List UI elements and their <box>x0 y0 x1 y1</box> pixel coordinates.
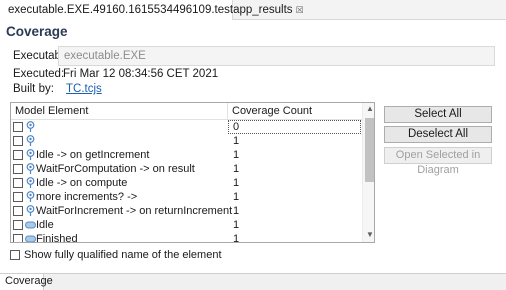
row-checkbox[interactable] <box>13 122 23 132</box>
table-row[interactable]: Idle -> on getIncrement 1 <box>11 148 362 162</box>
row-checkbox[interactable] <box>13 178 23 188</box>
row-count: 1 <box>233 191 240 203</box>
row-checkbox[interactable] <box>13 164 23 174</box>
row-count: 1 <box>233 177 240 189</box>
editor-tab-bar: executable.EXE.49160.1615534496109.testa… <box>0 0 506 20</box>
state-icon <box>25 221 36 229</box>
row-checkbox[interactable] <box>13 150 23 160</box>
state-machine-icon <box>26 149 35 160</box>
table-header: Model Element ⌃ Coverage Count <box>11 103 362 120</box>
focused-cell <box>228 120 361 134</box>
row-count: 0 <box>233 121 240 133</box>
row-checkbox[interactable] <box>13 234 23 242</box>
executable-field[interactable] <box>58 46 495 66</box>
row-count: 1 <box>233 149 240 161</box>
state-machine-icon <box>26 205 35 216</box>
row-checkbox[interactable] <box>13 206 23 216</box>
show-fq-option[interactable]: Show fully qualified name of the element <box>10 249 222 261</box>
row-label: WaitForComputation -> on result <box>36 163 195 175</box>
scroll-down-icon[interactable]: ▼ <box>366 230 374 239</box>
row-checkbox[interactable] <box>13 192 23 202</box>
table-row[interactable]: 1 <box>11 134 362 148</box>
executed-label: Executed: <box>13 68 65 80</box>
coverage-table[interactable]: Model Element ⌃ Coverage Count 0 1 Idle … <box>10 102 375 243</box>
row-label: Idle -> on getIncrement <box>36 149 150 161</box>
table-row[interactable]: 0 <box>11 120 362 134</box>
row-count: 1 <box>233 233 240 243</box>
state-icon <box>25 235 36 242</box>
state-machine-icon <box>26 177 35 188</box>
table-row[interactable]: WaitForIncrement -> on returnIncrement 1 <box>11 204 362 218</box>
row-count: 1 <box>233 135 240 147</box>
table-row[interactable]: WaitForComputation -> on result 1 <box>11 162 362 176</box>
column-header-model-element[interactable]: Model Element <box>15 105 88 117</box>
row-label: Idle -> on compute <box>36 177 128 189</box>
built-by-label: Built by: <box>13 83 54 95</box>
show-fq-checkbox[interactable] <box>10 250 20 260</box>
row-label: Finished <box>36 233 78 243</box>
row-count: 1 <box>233 205 240 217</box>
row-label: more increments? -> <box>36 191 138 203</box>
tab-coverage[interactable]: Coverage <box>0 274 53 290</box>
table-row[interactable]: more increments? -> 1 <box>11 190 362 204</box>
scrollbar-thumb[interactable] <box>365 118 374 182</box>
row-count: 1 <box>233 163 240 175</box>
scroll-up-icon[interactable]: ▲ <box>366 104 374 113</box>
table-row[interactable]: Finished 1 <box>11 232 362 243</box>
executed-value: Fri Mar 12 08:34:56 CET 2021 <box>63 68 219 80</box>
state-machine-icon <box>26 135 35 146</box>
row-count: 1 <box>233 219 240 231</box>
row-checkbox[interactable] <box>13 136 23 146</box>
deselect-all-button[interactable]: Deselect All <box>384 126 492 143</box>
row-label: WaitForIncrement -> on returnIncrement <box>36 205 233 217</box>
table-row[interactable]: Idle -> on compute 1 <box>11 176 362 190</box>
table-row[interactable]: Idle 1 <box>11 218 362 232</box>
built-by-link[interactable]: TC.tcjs <box>66 83 102 95</box>
bottom-tab-bar: Coverage <box>0 273 506 290</box>
state-machine-icon <box>26 121 35 132</box>
column-divider[interactable] <box>227 103 228 120</box>
show-fq-label: Show fully qualified name of the element <box>24 249 222 261</box>
open-selected-in-diagram-button[interactable]: Open Selected in Diagram <box>384 147 492 176</box>
close-icon[interactable]: ☒ <box>296 5 304 16</box>
row-checkbox[interactable] <box>13 220 23 230</box>
state-machine-icon <box>26 191 35 202</box>
page-title: Coverage <box>6 24 68 39</box>
table-scrollbar[interactable]: ▲ ▼ <box>362 103 374 242</box>
row-label: Idle <box>36 219 54 231</box>
column-header-coverage-count[interactable]: Coverage Count <box>232 105 312 117</box>
state-machine-icon <box>26 163 35 174</box>
editor-tab-title: executable.EXE.49160.1615534496109.testa… <box>8 4 293 16</box>
editor-tab[interactable]: executable.EXE.49160.1615534496109.testa… <box>0 0 304 20</box>
select-all-button[interactable]: Select All <box>384 106 492 123</box>
